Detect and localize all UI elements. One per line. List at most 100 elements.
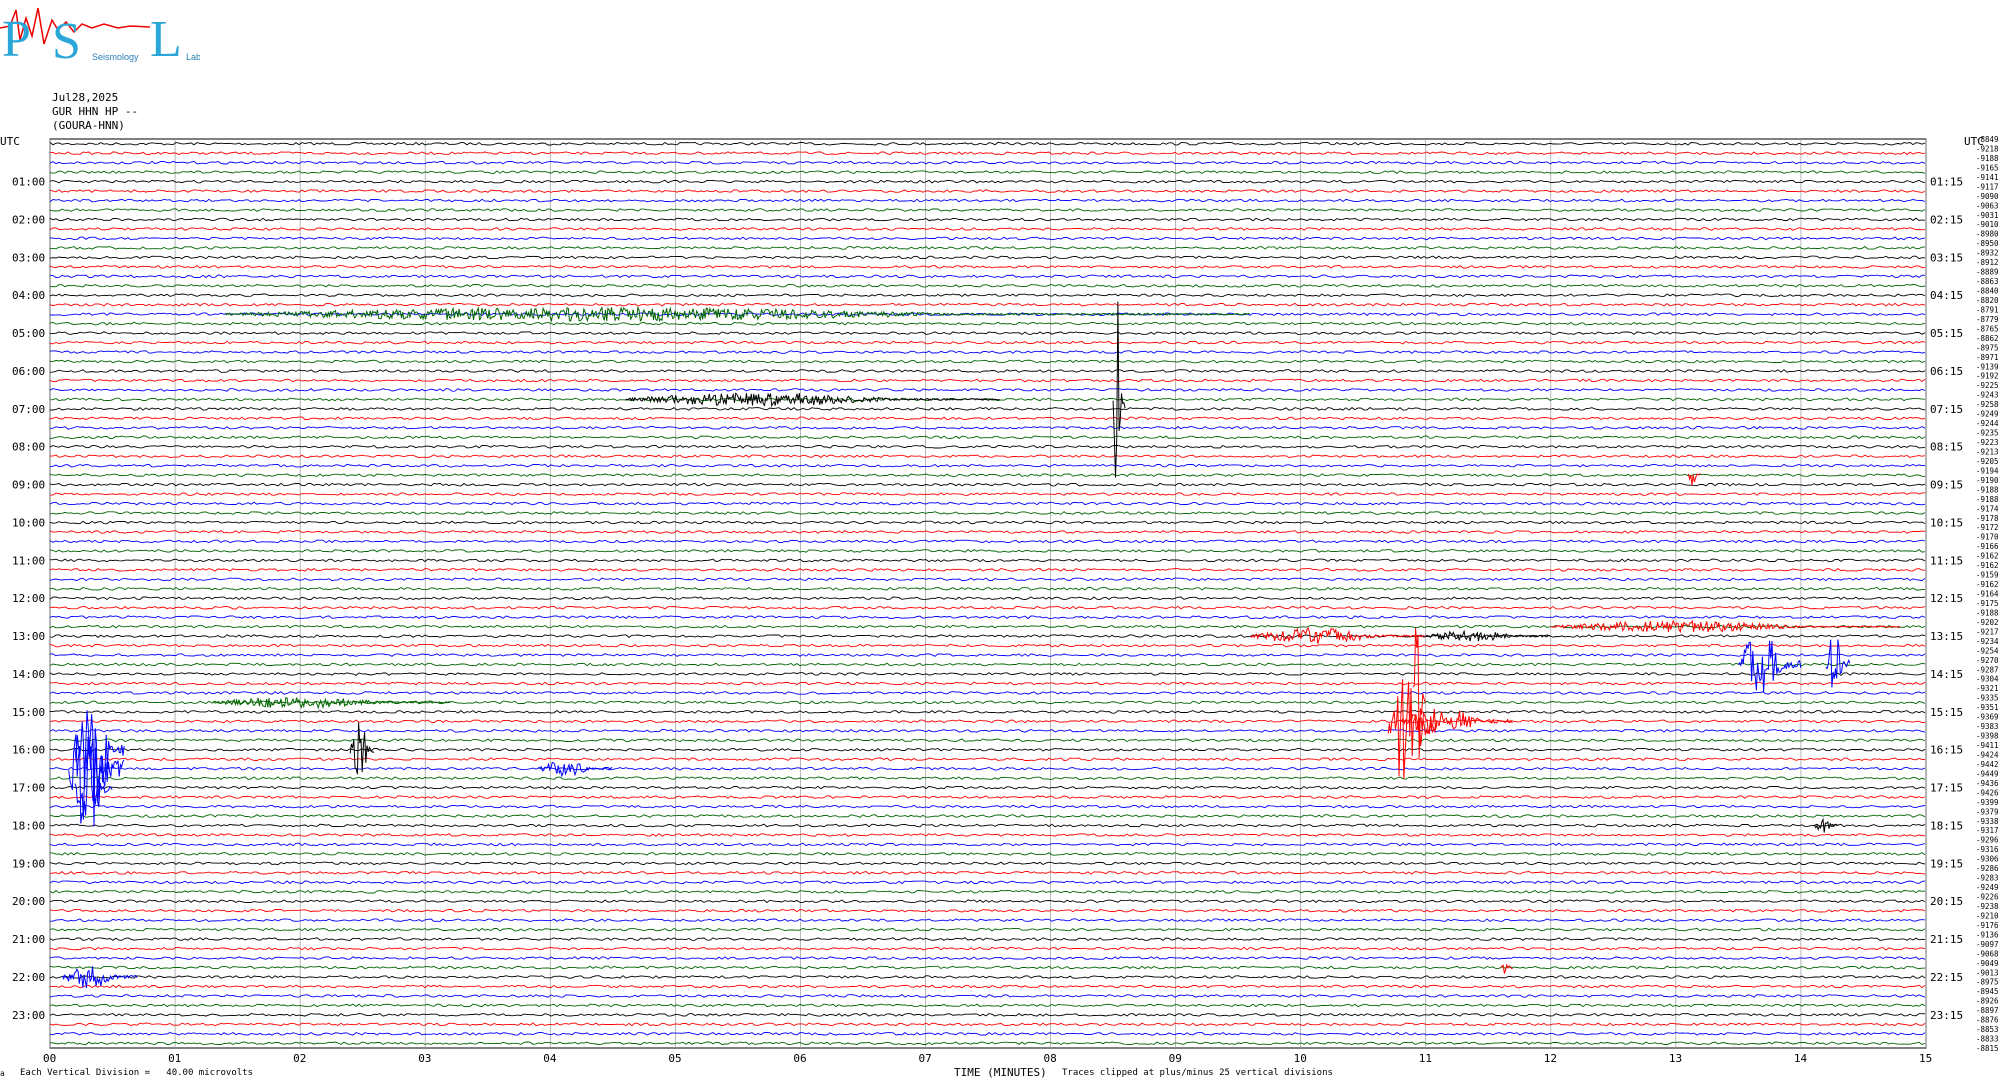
trace-offset-label: -9286 (1976, 864, 1999, 873)
hour-label-right: 15:15 (1930, 706, 1963, 719)
seismic-event (1737, 640, 1802, 693)
seismic-trace (49, 359, 1926, 364)
hour-label-left: 06:00 (12, 365, 45, 378)
hour-label-right: 21:15 (1930, 933, 1963, 946)
trace-offset-label: -9031 (1976, 211, 1999, 220)
trace-offset-label: -8791 (1976, 305, 1999, 314)
trace-offset-label: -9090 (1976, 192, 1999, 201)
seismic-trace (49, 729, 1926, 733)
trace-offset-label: -9162 (1976, 561, 1999, 570)
seismic-trace (49, 785, 1926, 790)
trace-offset-label: -9254 (1976, 646, 1999, 655)
seismic-trace (49, 170, 1926, 174)
hour-label-right: 23:15 (1930, 1009, 1963, 1022)
trace-offset-label: -8975 (1976, 978, 1999, 987)
trace-offset-label: -9188 (1976, 154, 1999, 163)
seismic-trace (49, 378, 1926, 383)
seismic-trace (49, 444, 1926, 449)
trace-offset-label: -9174 (1976, 504, 1999, 513)
seismic-trace (49, 283, 1926, 288)
seismic-trace (49, 833, 1926, 837)
seismic-trace (49, 198, 1926, 203)
trace-offset-label: -8980 (1976, 230, 1999, 239)
x-tick-label: 09 (1169, 1052, 1182, 1065)
seismic-event (1425, 629, 1551, 642)
seismic-trace (49, 586, 1926, 591)
trace-offset-label: -9258 (1976, 400, 1999, 409)
trace-offset-label: -9188 (1976, 608, 1999, 617)
seismic-trace (49, 407, 1926, 411)
trace-offset-label: -9139 (1976, 362, 1999, 371)
seismic-trace (49, 823, 1926, 828)
trace-offset-label: -9013 (1976, 968, 1999, 977)
x-tick-label: 12 (1544, 1052, 1557, 1065)
x-tick-label: 04 (543, 1052, 557, 1065)
hour-label-right: 14:15 (1930, 668, 1963, 681)
seismic-trace (49, 567, 1926, 572)
trace-offset-label: -9190 (1976, 476, 1999, 485)
seismic-trace (49, 956, 1926, 960)
trace-offset-label: -8840 (1976, 287, 1999, 296)
seismic-trace (49, 492, 1925, 496)
x-tick-label: 08 (1044, 1052, 1057, 1065)
seismic-trace (49, 511, 1926, 515)
trace-offset-label: -9225 (1976, 381, 1999, 390)
trace-offset-label: -9205 (1976, 457, 1999, 466)
seismic-trace (49, 681, 1926, 686)
x-tick-label: 06 (793, 1052, 806, 1065)
hour-label-right: 03:15 (1930, 251, 1963, 264)
seismic-trace (49, 217, 1926, 222)
trace-offset-label: -9159 (1976, 571, 1999, 580)
trace-offset-label: -8820 (1976, 296, 1999, 305)
trace-offset-label: -9449 (1976, 769, 1999, 778)
trace-offset-label: -9202 (1976, 618, 1999, 627)
seismic-trace (49, 558, 1926, 563)
trace-offset-label: -9321 (1976, 684, 1999, 693)
trace-offset-label: -9383 (1976, 722, 1999, 731)
seismic-trace (49, 927, 1926, 932)
trace-offset-label: -9317 (1976, 826, 1999, 835)
trace-offset-label: -9270 (1976, 656, 1999, 665)
clip-note: Traces clipped at plus/minus 25 vertical… (1062, 1068, 1333, 1078)
trace-offset-label: -8950 (1976, 239, 1999, 248)
seismic-trace (49, 672, 1926, 676)
seismic-trace (49, 795, 1926, 799)
seismic-trace (49, 141, 1926, 146)
hour-label-left: 01:00 (12, 176, 45, 189)
seismic-trace (49, 1013, 1926, 1017)
seismic-event (1813, 817, 1838, 833)
seismic-event (1687, 473, 1701, 486)
seismic-trace (49, 615, 1926, 620)
x-tick-label: 00 (43, 1052, 56, 1065)
x-tick-label: 01 (168, 1052, 181, 1065)
trace-offset-label: -9238 (1976, 902, 1999, 911)
trace-offset-label: -9249 (1976, 410, 1999, 419)
trace-offset-label: -9117 (1976, 182, 1999, 191)
seismic-trace (49, 208, 1926, 212)
trace-offset-label: -9223 (1976, 438, 1999, 447)
hour-label-right: 22:15 (1930, 971, 1963, 984)
trace-offset-label: -9411 (1976, 741, 1999, 750)
seismic-trace (49, 416, 1926, 421)
trace-offset-label: -9097 (1976, 940, 1999, 949)
seismic-trace (49, 1003, 1926, 1008)
trace-offset-label: -9141 (1976, 173, 1999, 182)
seismic-trace (49, 747, 1926, 752)
seismic-trace (49, 331, 1926, 335)
trace-offset-label: -8833 (1976, 1035, 1999, 1044)
hour-label-right: 04:15 (1930, 289, 1963, 302)
hour-label-left: 11:00 (12, 554, 45, 567)
seismic-trace (49, 596, 1926, 601)
trace-offset-label: -8765 (1976, 324, 1999, 333)
seismic-trace (49, 965, 1926, 970)
x-axis-title: TIME (MINUTES) (954, 1066, 1047, 1079)
seismic-traces (49, 141, 1926, 1046)
trace-offset-label: -9226 (1976, 893, 1999, 902)
hour-label-right: 19:15 (1930, 857, 1963, 870)
trace-offset-label: -9369 (1976, 713, 1999, 722)
hour-label-right: 11:15 (1930, 554, 1963, 567)
seismic-trace (50, 274, 1926, 279)
seismic-trace (49, 776, 1926, 780)
trace-offset-label: -9426 (1976, 788, 1999, 797)
seismic-trace (49, 946, 1926, 951)
